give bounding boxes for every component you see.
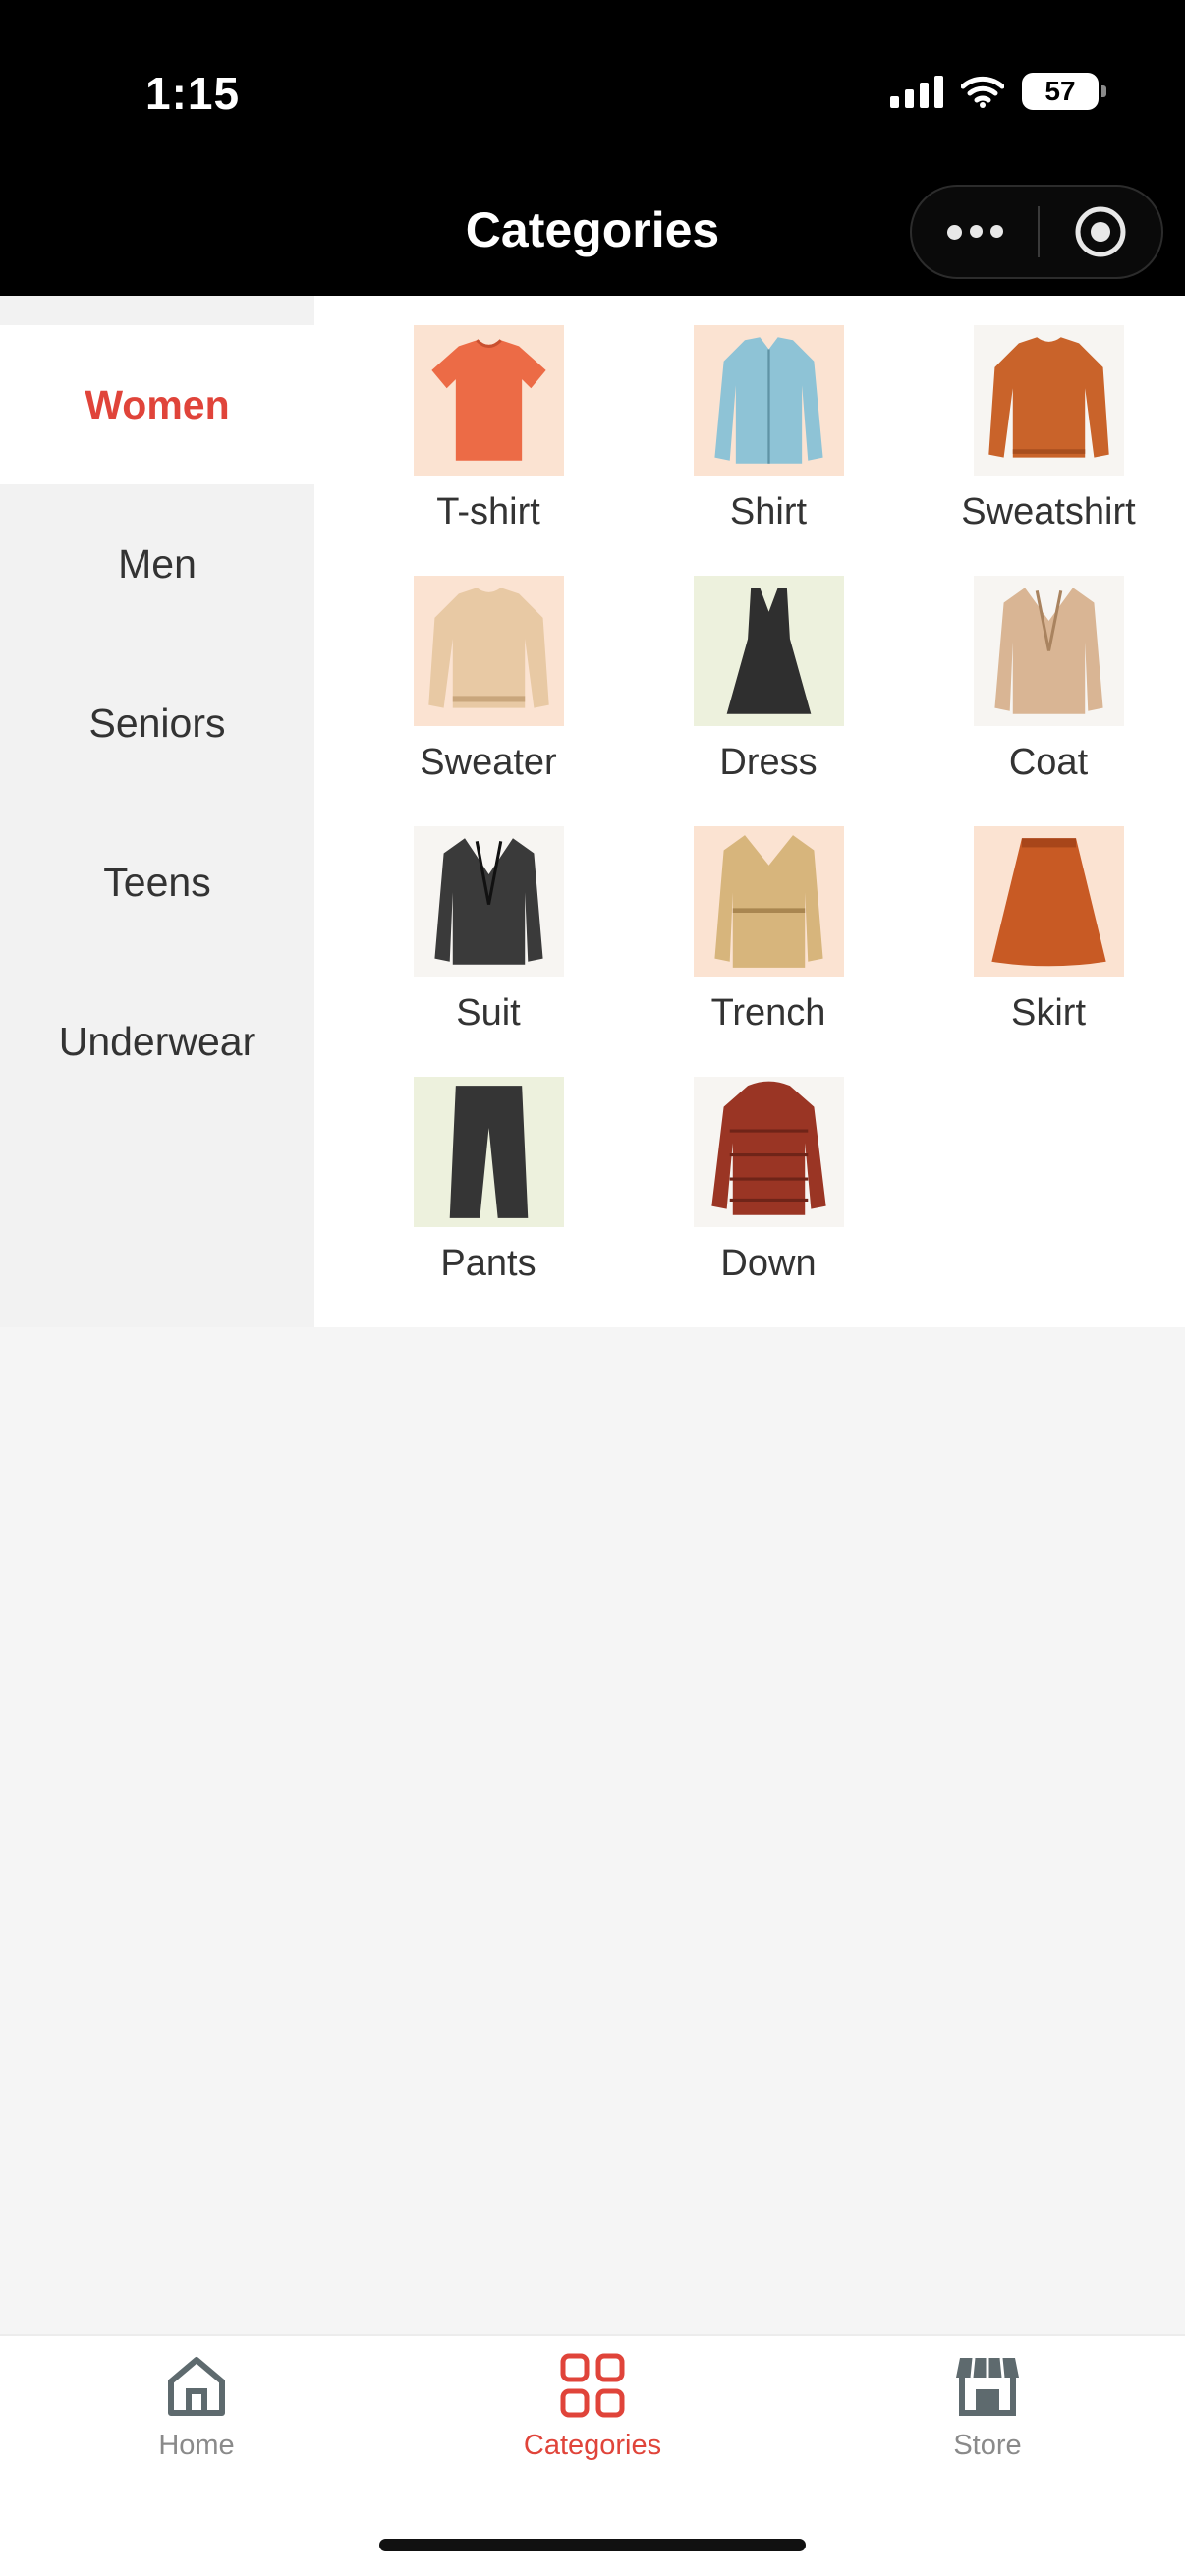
grid-icon — [560, 2353, 625, 2418]
home-indicator — [379, 2539, 806, 2551]
store-icon — [956, 2357, 1019, 2416]
more-menu-button[interactable] — [912, 224, 1038, 240]
sidebar-item-label: Seniors — [88, 700, 226, 746]
category-grid: T-shirt Shirt Sweatshirt Sweater Dress C… — [314, 296, 1185, 1327]
sidebar-item-seniors[interactable]: Seniors — [0, 644, 314, 803]
category-label: Suit — [456, 992, 521, 1034]
target-icon — [1075, 206, 1126, 257]
category-label: Sweater — [420, 742, 557, 783]
close-mini-program-button[interactable] — [1040, 205, 1161, 258]
cellular-signal-icon — [890, 75, 943, 108]
category-item-tshirt[interactable]: T-shirt — [375, 325, 601, 533]
status-icons: 57 — [890, 73, 1106, 110]
tab-label: Categories — [523, 2430, 662, 2461]
category-item-skirt[interactable]: Skirt — [935, 826, 1161, 1035]
sidebar-item-label: Women — [85, 381, 230, 427]
category-label: Trench — [710, 992, 826, 1034]
status-time: 1:15 — [145, 68, 241, 119]
tab-home[interactable]: Home — [79, 2350, 314, 2462]
tshirt-icon — [413, 325, 564, 476]
category-label: Sweatshirt — [961, 491, 1136, 532]
top-bar: 1:15 57 Categories — [0, 0, 1185, 296]
sidebar-item-men[interactable]: Men — [0, 484, 314, 644]
category-content: Women Men Seniors Teens Underwear T-shir… — [0, 296, 1185, 1327]
category-item-shirt[interactable]: Shirt — [655, 325, 881, 533]
category-label: Pants — [440, 1243, 536, 1284]
category-item-sweater[interactable]: Sweater — [375, 576, 601, 784]
category-label: Skirt — [1011, 992, 1086, 1034]
sweatshirt-icon — [973, 325, 1124, 476]
mini-program-capsule — [910, 185, 1163, 279]
category-item-suit[interactable]: Suit — [375, 826, 601, 1035]
tab-label: Home — [158, 2430, 235, 2461]
sweater-icon — [413, 576, 564, 726]
sidebar-item-women[interactable]: Women — [0, 325, 314, 484]
category-label: Down — [720, 1243, 817, 1284]
category-label: T-shirt — [436, 491, 540, 532]
tab-label: Store — [953, 2430, 1022, 2461]
category-item-down[interactable]: Down — [655, 1077, 881, 1285]
sidebar-item-label: Men — [118, 540, 197, 587]
category-item-dress[interactable]: Dress — [655, 576, 881, 784]
sidebar-item-label: Teens — [103, 859, 211, 905]
coat-icon — [973, 576, 1124, 726]
category-label: Coat — [1008, 742, 1089, 783]
category-item-pants[interactable]: Pants — [375, 1077, 601, 1285]
sidebar-item-underwear[interactable]: Underwear — [0, 962, 314, 1121]
sidebar-item-teens[interactable]: Teens — [0, 803, 314, 962]
category-label: Dress — [719, 742, 818, 783]
dress-icon — [693, 576, 844, 726]
pants-icon — [413, 1077, 564, 1227]
category-label: Shirt — [729, 491, 808, 532]
skirt-icon — [973, 826, 1124, 977]
category-sidebar: Women Men Seniors Teens Underwear — [0, 296, 314, 1327]
tab-store[interactable]: Store — [870, 2350, 1105, 2462]
wifi-icon — [961, 76, 1004, 108]
sidebar-item-label: Underwear — [58, 1018, 256, 1064]
category-item-sweatshirt[interactable]: Sweatshirt — [935, 325, 1161, 533]
battery-icon: 57 — [1022, 73, 1106, 110]
category-item-trench[interactable]: Trench — [655, 826, 881, 1035]
tab-categories[interactable]: Categories — [475, 2350, 710, 2462]
shirt-icon — [693, 325, 844, 476]
category-item-coat[interactable]: Coat — [935, 576, 1161, 784]
down-jacket-icon — [693, 1077, 844, 1227]
home-icon — [168, 2357, 225, 2416]
suit-icon — [413, 826, 564, 977]
trench-icon — [693, 826, 844, 977]
